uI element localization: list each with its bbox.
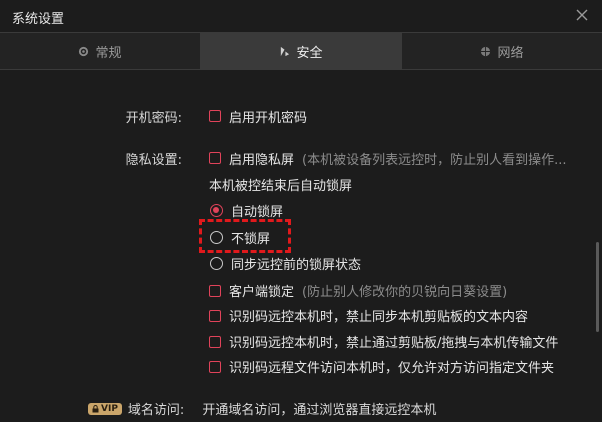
client-lock-hint: (防止别人修改你的贝锐向日葵设置)	[302, 285, 508, 300]
id-code-transfer-option[interactable]: 识别码远控本机时，禁止通过剪贴板/拖拽与本机传输文件	[209, 332, 558, 351]
tab-network[interactable]: 网络	[402, 33, 602, 69]
tab-general[interactable]: 常规	[0, 33, 201, 69]
tab-security[interactable]: 安全	[201, 33, 402, 69]
privacy-screen-text: 启用隐私屏	[229, 152, 295, 168]
id-code-folder-option[interactable]: 识别码远程文件访问本机时，仅允许对方访问指定文件夹	[209, 357, 554, 376]
client-lock-checkbox[interactable]	[209, 284, 221, 297]
lock-icon	[92, 404, 99, 412]
radio-sync-lock[interactable]: 同步远控前的锁屏状态	[210, 254, 361, 273]
globe-icon	[481, 46, 491, 56]
privacy-screen-option[interactable]: 启用隐私屏 (本机被设备列表远控时，防止别人看到操作...	[209, 149, 567, 168]
id-code-transfer-text: 识别码远控本机时，禁止通过剪贴板/拖拽与本机传输文件	[229, 336, 559, 351]
domain-access-text[interactable]: 开通域名访问，通过浏览器直接远控本机	[202, 399, 436, 418]
tab-security-label: 安全	[296, 45, 323, 61]
radio-no-lock[interactable]: 不锁屏	[210, 228, 270, 247]
privacy-label: 隐私设置:	[125, 152, 182, 168]
boot-password-checkbox-option[interactable]: 启用开机密码	[209, 107, 307, 126]
radio-no-lock-text: 不锁屏	[231, 232, 271, 247]
boot-password-row: 开机密码: 启用开机密码	[0, 106, 602, 126]
radio-button[interactable]	[210, 231, 223, 244]
boot-password-label: 开机密码:	[125, 110, 182, 126]
id-code-transfer-checkbox[interactable]	[209, 335, 221, 348]
boot-password-option-text: 启用开机密码	[229, 110, 308, 126]
client-lock-text: 客户端锁定	[229, 285, 295, 300]
id-code-folder-checkbox[interactable]	[209, 360, 221, 373]
privacy-screen-checkbox[interactable]	[209, 152, 221, 164]
radio-auto-lock[interactable]: 自动锁屏	[210, 201, 283, 220]
window-title: 系统设置	[12, 12, 65, 27]
tab-general-label: 常规	[95, 45, 122, 61]
boot-password-checkbox[interactable]	[209, 110, 221, 122]
vip-badge: VIP	[88, 402, 122, 415]
auto-lock-heading: 本机被控结束后自动锁屏	[209, 179, 353, 194]
domain-access-label: 域名访问:	[127, 403, 185, 418]
id-code-folder-text: 识别码远程文件访问本机时，仅允许对方访问指定文件夹	[229, 361, 555, 376]
id-code-clipboard-option[interactable]: 识别码远控本机时，禁止同步本机剪贴板的文本内容	[209, 306, 528, 325]
close-icon[interactable]	[574, 7, 590, 23]
domain-access-row: VIP 域名访问: 开通域名访问，通过浏览器直接远控本机	[88, 399, 436, 418]
shield-icon	[281, 46, 290, 56]
id-code-clipboard-checkbox[interactable]	[209, 309, 221, 322]
id-code-clipboard-text: 识别码远控本机时，禁止同步本机剪贴板的文本内容	[229, 310, 529, 325]
privacy-screen-hint: (本机被设备列表远控时，防止别人看到操作...	[302, 152, 567, 168]
title-bar: 系统设置	[0, 0, 602, 32]
tab-bar: 常规 安全 网络	[0, 32, 602, 70]
vip-badge-text: VIP	[101, 403, 118, 414]
tab-network-label: 网络	[497, 45, 524, 61]
radio-sync-lock-text: 同步远控前的锁屏状态	[231, 258, 362, 273]
client-lock-option[interactable]: 客户端锁定 (防止别人修改你的贝锐向日葵设置)	[209, 281, 507, 300]
privacy-row: 隐私设置: 启用隐私屏 (本机被设备列表远控时，防止别人看到操作...	[0, 148, 602, 168]
radio-button[interactable]	[210, 257, 223, 270]
radio-button-selected[interactable]	[210, 204, 223, 217]
gear-icon	[79, 46, 89, 56]
radio-auto-lock-text: 自动锁屏	[231, 205, 284, 220]
scrollbar[interactable]	[596, 242, 599, 332]
